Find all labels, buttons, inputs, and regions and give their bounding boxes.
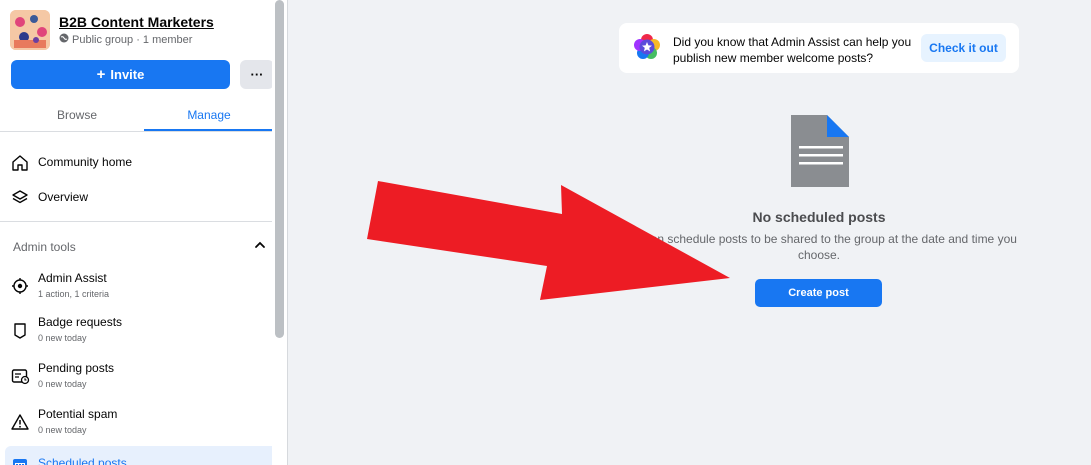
group-meta: Public group · 1 member bbox=[59, 33, 192, 46]
group-header: B2B Content Marketers Public group · 1 m… bbox=[10, 10, 272, 50]
empty-state-description: You can schedule posts to be shared to t… bbox=[621, 232, 1017, 262]
check-it-out-button[interactable]: Check it out bbox=[921, 34, 1006, 62]
sidebar-scrollbar-thumb[interactable] bbox=[275, 0, 284, 338]
sidebar-tabs: Browse Manage bbox=[0, 100, 274, 132]
empty-state-title: No scheduled posts bbox=[752, 209, 886, 225]
warning-icon bbox=[10, 412, 30, 432]
overview-icon bbox=[10, 188, 30, 208]
more-options-button[interactable]: ··· bbox=[240, 60, 274, 89]
sidebar-item-sub: 0 new today bbox=[38, 333, 87, 343]
sidebar-item-label: Community home bbox=[38, 155, 133, 169]
sidebar-item-sub: 0 new today bbox=[38, 379, 87, 389]
sidebar-item-label: Potential spam bbox=[38, 407, 118, 421]
sidebar-item-label: Scheduled posts bbox=[38, 456, 127, 465]
tab-browse[interactable]: Browse bbox=[10, 100, 144, 130]
group-meta-text: Public group · 1 member bbox=[72, 33, 193, 46]
sidebar-item-sub: 0 new today bbox=[38, 425, 87, 435]
sidebar-item-scheduled-posts[interactable]: Scheduled posts bbox=[5, 446, 282, 465]
calendar-icon bbox=[10, 455, 30, 465]
globe-icon bbox=[59, 33, 69, 46]
admin-tools-title: Admin tools bbox=[13, 240, 76, 254]
admin-assist-tip-card: Did you know that Admin Assist can help … bbox=[619, 23, 1019, 73]
divider bbox=[0, 221, 274, 222]
sidebar-item-badge-requests[interactable]: Badge requests 0 new today bbox=[10, 314, 272, 356]
admin-assist-icon bbox=[10, 276, 30, 296]
sidebar-item-label: Badge requests bbox=[38, 315, 123, 329]
invite-label: Invite bbox=[110, 67, 145, 82]
sidebar-item-potential-spam[interactable]: Potential spam 0 new today bbox=[10, 406, 272, 448]
group-name[interactable]: B2B Content Marketers bbox=[59, 14, 214, 30]
sidebar-item-label: Overview bbox=[38, 190, 89, 204]
create-post-button[interactable]: Create post bbox=[755, 279, 882, 307]
badge-icon bbox=[10, 320, 30, 340]
plus-icon: + bbox=[96, 66, 106, 83]
sidebar-item-pending-posts[interactable]: Pending posts 0 new today bbox=[10, 360, 272, 402]
sidebar: B2B Content Marketers Public group · 1 m… bbox=[0, 0, 288, 465]
sidebar-item-admin-assist[interactable]: Admin Assist 1 action, 1 criteria bbox=[10, 270, 272, 312]
sidebar-item-label: Admin Assist bbox=[38, 271, 107, 285]
pending-posts-icon bbox=[10, 366, 30, 386]
sidebar-item-community-home[interactable]: Community home bbox=[10, 147, 272, 179]
admin-assist-star-icon bbox=[632, 32, 662, 62]
sidebar-item-sub: 1 action, 1 criteria bbox=[38, 289, 110, 299]
tip-text: Did you know that Admin Assist can help … bbox=[673, 35, 912, 65]
chevron-up-icon[interactable] bbox=[253, 238, 267, 252]
tab-manage[interactable]: Manage bbox=[144, 100, 274, 131]
sidebar-item-label: Pending posts bbox=[38, 361, 115, 375]
home-icon bbox=[10, 153, 30, 173]
group-avatar[interactable] bbox=[10, 10, 50, 50]
document-icon bbox=[790, 115, 850, 187]
invite-button[interactable]: + Invite bbox=[11, 60, 230, 89]
sidebar-item-overview[interactable]: Overview bbox=[10, 182, 272, 214]
